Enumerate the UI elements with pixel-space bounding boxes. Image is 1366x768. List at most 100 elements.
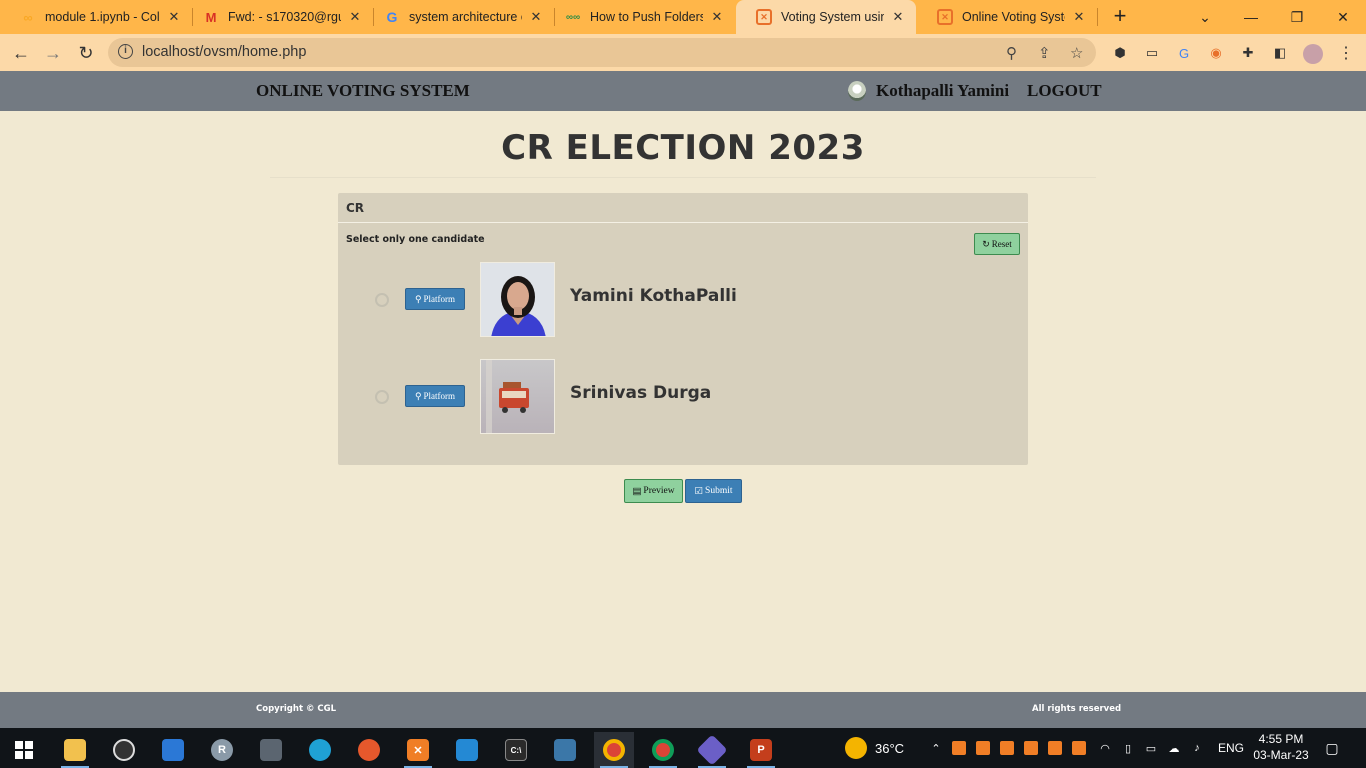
copyright-text: Copyright © CGL — [256, 704, 337, 714]
profile-avatar[interactable] — [1303, 44, 1323, 64]
firefox-button[interactable] — [349, 732, 389, 768]
preview-button[interactable]: ▤ Preview — [624, 479, 683, 503]
xampp-tray-icon[interactable] — [1072, 741, 1086, 755]
edge-button[interactable] — [300, 732, 340, 768]
url-text: localhost/ovsm/home.php — [142, 44, 307, 60]
browser-menu-icon[interactable]: ⋮ — [1337, 44, 1355, 62]
site-brand[interactable]: ONLINE VOTING SYSTEM — [256, 81, 470, 101]
side-panel-icon[interactable]: ◧ — [1271, 44, 1289, 62]
cloud-icon[interactable]: ☁ — [1166, 740, 1182, 756]
google-translate-icon[interactable]: G — [1175, 44, 1193, 62]
store-button[interactable] — [153, 732, 193, 768]
wifi-icon[interactable]: ◠ — [1097, 740, 1113, 756]
terminal-button[interactable]: C:\ — [496, 732, 536, 768]
volume-icon[interactable]: ♪ — [1189, 740, 1205, 756]
edge-icon — [309, 739, 331, 761]
git-app-button[interactable] — [692, 732, 732, 768]
minimize-button[interactable]: — — [1228, 0, 1274, 34]
python-button[interactable] — [545, 732, 585, 768]
folder-icon — [64, 739, 86, 761]
browser-tab-online-voting[interactable]: ✕ Online Voting System ✕ — [917, 0, 1097, 34]
candidate-row: ⚲ Platform Srinivas Durga — [338, 359, 1028, 435]
xampp-tray-icon[interactable] — [952, 741, 966, 755]
r-app-button[interactable]: R — [202, 732, 242, 768]
calculator-button[interactable] — [251, 732, 291, 768]
extension-icon[interactable]: ◉ — [1207, 44, 1225, 62]
xampp-tray-icon[interactable] — [1000, 741, 1014, 755]
start-button[interactable] — [4, 732, 44, 768]
submit-button[interactable]: ☑ Submit — [685, 479, 742, 503]
close-tab-icon[interactable]: ✕ — [1071, 9, 1087, 25]
media-app-button[interactable] — [104, 732, 144, 768]
battery-icon[interactable]: ▭ — [1143, 740, 1159, 756]
firefox-icon — [358, 739, 380, 761]
election-title: CR ELECTION 2023 — [501, 128, 865, 168]
candidate-photo — [480, 262, 555, 337]
user-avatar — [848, 81, 866, 101]
xampp-tray-icon[interactable] — [976, 741, 990, 755]
extensions-puzzle-icon[interactable]: ✚ — [1239, 44, 1257, 62]
vscode-button[interactable] — [447, 732, 487, 768]
vscode-icon — [456, 739, 478, 761]
extension-icon[interactable]: ⬢ — [1111, 44, 1129, 62]
platform-button[interactable]: ⚲ Platform — [405, 385, 465, 407]
weather-temp[interactable]: 36°C — [875, 728, 904, 768]
zoom-icon[interactable]: ⚲ — [1006, 44, 1017, 62]
back-arrow-icon[interactable]: ← — [8, 40, 34, 66]
chrome-button[interactable] — [594, 732, 634, 768]
browser-tab-gmail[interactable]: M Fwd: - s170320@rguk ✕ — [183, 0, 373, 34]
logout-link[interactable]: LOGOUT — [1027, 81, 1102, 101]
browser-tab-colab[interactable]: ∞ module 1.ipynb - Cola ✕ — [0, 0, 192, 34]
chrome-icon — [603, 739, 625, 761]
close-tab-icon[interactable]: ✕ — [709, 9, 725, 25]
candidate-name: Yamini KothaPalli — [570, 286, 737, 306]
close-tab-icon[interactable]: ✕ — [890, 9, 906, 25]
title-divider — [270, 177, 1096, 178]
powerpoint-button[interactable]: P — [741, 732, 781, 768]
tab-separator — [1097, 8, 1098, 26]
position-panel: CR Select only one candidate ↻ Reset ⚲ P… — [338, 193, 1028, 465]
candidate-row: ⚲ Platform Yamini KothaPalli — [338, 262, 1028, 338]
reload-icon[interactable]: ↻ — [73, 40, 99, 66]
refresh-icon: ↻ — [982, 238, 990, 249]
site-info-icon[interactable]: i — [118, 44, 133, 59]
reset-button[interactable]: ↻ Reset — [974, 233, 1020, 255]
candidate-radio[interactable] — [375, 390, 389, 404]
candidate-radio[interactable] — [375, 293, 389, 307]
notification-icon[interactable]: ▢ — [1324, 740, 1340, 756]
chevron-up-icon[interactable]: ⌃ — [928, 740, 944, 756]
browser-tab-geeksforgeeks[interactable]: ∞∞ How to Push Folders F ✕ — [545, 0, 735, 34]
close-window-button[interactable]: ✕ — [1320, 0, 1366, 34]
browser-tab-google[interactable]: G system architecture of ✕ — [364, 0, 554, 34]
xampp-tray-icon[interactable] — [1024, 741, 1038, 755]
forward-arrow-icon[interactable]: → — [40, 40, 66, 66]
terminal-icon: C:\ — [505, 739, 527, 761]
user-name: Kothapalli Yamini — [876, 81, 1010, 100]
file-explorer-button[interactable] — [55, 732, 95, 768]
restore-button[interactable]: ❐ — [1274, 0, 1320, 34]
chrome-profile-button[interactable] — [643, 732, 683, 768]
share-icon[interactable]: ⇪ — [1038, 44, 1051, 62]
colab-icon: ∞ — [23, 9, 33, 25]
vpn-icon[interactable]: ▯ — [1120, 740, 1136, 756]
tab-search-icon[interactable]: ⌄ — [1182, 0, 1228, 34]
bookmark-star-icon[interactable]: ☆ — [1070, 44, 1083, 62]
close-tab-icon[interactable]: ✕ — [528, 9, 544, 25]
check-square-icon: ☑ — [694, 486, 704, 497]
browser-tab-voting-system[interactable]: ✕ Voting System using P ✕ — [736, 0, 916, 34]
xampp-tray-icon[interactable] — [1048, 741, 1062, 755]
platform-button[interactable]: ⚲ Platform — [405, 288, 465, 310]
xampp-icon: ✕ — [407, 739, 429, 761]
new-tab-button[interactable]: + — [1108, 5, 1132, 29]
weather-icon[interactable] — [845, 737, 867, 759]
site-header: ONLINE VOTING SYSTEM Kothapalli Yamini L… — [0, 71, 1366, 111]
xampp-button[interactable]: ✕ — [398, 732, 438, 768]
git-icon — [696, 734, 728, 766]
close-tab-icon[interactable]: ✕ — [347, 9, 363, 25]
xampp-icon: ✕ — [756, 9, 772, 25]
address-bar[interactable]: i localhost/ovsm/home.php ⚲ ⇪ ☆ — [108, 38, 1096, 67]
extension-icon[interactable]: ▭ — [1143, 44, 1161, 62]
clock[interactable]: 4:55 PM 03-Mar-23 — [1252, 731, 1310, 763]
language-indicator[interactable]: ENG — [1218, 728, 1244, 768]
close-tab-icon[interactable]: ✕ — [166, 9, 182, 25]
